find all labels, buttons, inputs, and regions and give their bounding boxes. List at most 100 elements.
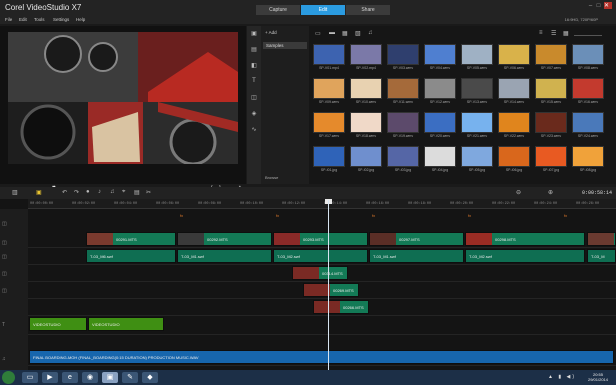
library-thumbnail[interactable]: SP-V03.wmv [385, 44, 421, 74]
zoom-in-icon[interactable]: ⊕ [548, 189, 553, 196]
chrome-icon[interactable]: ◉ [82, 372, 98, 383]
instant-project-icon[interactable]: ▤ [250, 46, 258, 54]
library-thumbnail[interactable]: SP-V21.wmv [459, 112, 495, 142]
tab-edit[interactable]: Edit [301, 5, 345, 15]
text-clip[interactable]: VIDEOSTUDIO [88, 317, 164, 331]
library-thumbnail[interactable]: SP-V08.wmv [570, 44, 606, 74]
graphic-icon[interactable]: ◫ [250, 94, 258, 102]
undo-icon[interactable]: ↶ [62, 189, 67, 196]
transition-icon[interactable]: ◧ [250, 62, 258, 70]
media-player-icon[interactable]: ▶ [42, 372, 58, 383]
library-thumbnail[interactable]: SP-V01.mp4 [311, 44, 347, 74]
paint-icon[interactable]: ✎ [122, 372, 138, 383]
close-icon[interactable]: ✕ [604, 2, 612, 9]
track-header-video[interactable]: ◫ [2, 221, 26, 227]
overlay-clip[interactable]: 00266.MTS [313, 300, 369, 314]
library-thumbnail[interactable]: SP-V10.wmv [348, 78, 384, 108]
track-header-overlay-2[interactable]: ◫ [2, 271, 26, 277]
timeline-duration[interactable]: 0:00:58:14 [582, 190, 612, 196]
grid-view-icon[interactable]: ▦ [563, 30, 569, 37]
library-thumbnail[interactable]: SP-V07.wmv [533, 44, 569, 74]
zoom-out-icon[interactable]: ⊖ [516, 189, 521, 196]
library-thumbnail[interactable]: SP-V17.wmv [311, 112, 347, 142]
music-clip[interactable]: FINAL BOARDING-MOH (FINAL_BOARDING(0:15 … [29, 350, 614, 364]
library-thumbnail[interactable]: SP-V22.wmv [496, 112, 532, 142]
track-header-overlay-1[interactable]: ◫ [2, 254, 26, 260]
motion-tracking-icon[interactable]: ⌖ [122, 189, 125, 196]
audio-filter-icon[interactable]: ♫ [368, 30, 373, 36]
app-icon[interactable]: ◆ [142, 372, 158, 383]
library-thumbnail[interactable]: SP-V04.wmv [422, 44, 458, 74]
menu-edit[interactable]: Edit [19, 17, 27, 22]
photo-filter-icon[interactable]: ▧ [355, 30, 361, 37]
list-view-icon[interactable]: ☰ [551, 30, 556, 37]
internet-explorer-icon[interactable]: e [62, 372, 78, 383]
maximize-icon[interactable]: □ [596, 3, 604, 9]
track-header-music[interactable]: ♫ [2, 356, 26, 362]
videostudio-taskbar-icon[interactable]: ▣ [102, 372, 118, 383]
title-overlay-clip[interactable]: T-03_M1.swf [369, 249, 464, 263]
import-icon[interactable]: ▭ [315, 30, 321, 37]
library-thumbnail[interactable]: SP-V11.wmv [385, 78, 421, 108]
library-thumbnail[interactable]: SP-I06.jpg [496, 146, 532, 176]
library-thumbnail[interactable]: SP-V23.wmv [533, 112, 569, 142]
browse-button[interactable]: Browse [265, 175, 278, 180]
library-thumbnail[interactable]: SP-I08.jpg [570, 146, 606, 176]
system-tray[interactable]: ▲ ▮ ◀) [548, 374, 576, 380]
library-thumbnail[interactable]: SP-V14.wmv [496, 78, 532, 108]
menu-help[interactable]: Help [76, 17, 85, 22]
subtitle-editor-icon[interactable]: ▤ [134, 189, 140, 196]
title-overlay-clip[interactable]: T-03_M [587, 249, 616, 263]
video-clip[interactable]: 00293.MTS [273, 232, 368, 246]
video-filter-icon[interactable]: ▦ [342, 30, 348, 37]
minimize-icon[interactable]: – [588, 3, 596, 9]
title-overlay-clip[interactable]: T-03_M2.swf [465, 249, 585, 263]
library-thumbnail[interactable]: SP-V19.wmv [385, 112, 421, 142]
title-icon[interactable]: T [250, 78, 258, 86]
tab-capture[interactable]: Capture [256, 5, 300, 15]
folder-samples[interactable]: Samples [263, 42, 307, 49]
auto-music-icon[interactable]: ♫ [110, 189, 115, 195]
video-clip[interactable]: 00297.MTS [369, 232, 464, 246]
menu-tools[interactable]: Tools [34, 17, 45, 22]
library-thumbnail[interactable]: SP-I07.jpg [533, 146, 569, 176]
thumbnail-size-slider[interactable] [574, 35, 602, 36]
library-thumbnail[interactable]: SP-V18.wmv [348, 112, 384, 142]
timeline-view-icon[interactable]: ▣ [36, 189, 42, 196]
library-thumbnail[interactable]: SP-V13.wmv [459, 78, 495, 108]
library-thumbnail[interactable]: SP-I02.jpg [348, 146, 384, 176]
folder-icon[interactable]: ▬ [329, 30, 335, 36]
overlay-clip[interactable]: 00269.MTS [303, 283, 359, 297]
overlay-clip[interactable]: 00314.MTS [292, 266, 348, 280]
storyboard-view-icon[interactable]: ▥ [12, 189, 18, 196]
library-thumbnail[interactable]: SP-V20.wmv [422, 112, 458, 142]
menu-file[interactable]: File [5, 17, 12, 22]
video-clip[interactable]: 00291.MTS [86, 232, 176, 246]
video-clip[interactable]: 00299.MTS [587, 232, 616, 246]
library-thumbnail[interactable]: SP-V16.wmv [570, 78, 606, 108]
start-button[interactable] [2, 371, 15, 384]
library-thumbnail[interactable]: SP-I05.jpg [459, 146, 495, 176]
title-overlay-clip[interactable]: T-03_M2.swf [273, 249, 368, 263]
video-clip[interactable]: 00298.MTS [465, 232, 585, 246]
library-thumbnail[interactable]: SP-V02.mp4 [348, 44, 384, 74]
track-header-title[interactable]: T [2, 322, 26, 328]
title-overlay-clip[interactable]: T-03_M6.swf [86, 249, 176, 263]
multi-trim-icon[interactable]: ✂ [146, 189, 151, 196]
record-icon[interactable]: ● [86, 189, 90, 195]
menu-settings[interactable]: Settings [53, 17, 69, 22]
library-thumbnail[interactable]: SP-V05.wmv [459, 44, 495, 74]
library-thumbnail[interactable]: SP-I04.jpg [422, 146, 458, 176]
library-thumbnail[interactable]: SP-V24.wmv [570, 112, 606, 142]
library-thumbnail[interactable]: SP-V09.wmv [311, 78, 347, 108]
redo-icon[interactable]: ↷ [74, 189, 79, 196]
title-overlay-clip[interactable]: T-03_M1.swf [177, 249, 272, 263]
library-thumbnail[interactable]: SP-V06.wmv [496, 44, 532, 74]
explorer-icon[interactable]: ▭ [22, 372, 38, 383]
library-thumbnail[interactable]: SP-I01.jpg [311, 146, 347, 176]
path-icon[interactable]: ∿ [250, 126, 258, 134]
track-header-overlay-3[interactable]: ◫ [2, 288, 26, 294]
media-icon[interactable]: ▣ [250, 30, 258, 38]
library-thumbnail[interactable]: SP-I03.jpg [385, 146, 421, 176]
filter-icon[interactable]: ◈ [250, 110, 258, 118]
